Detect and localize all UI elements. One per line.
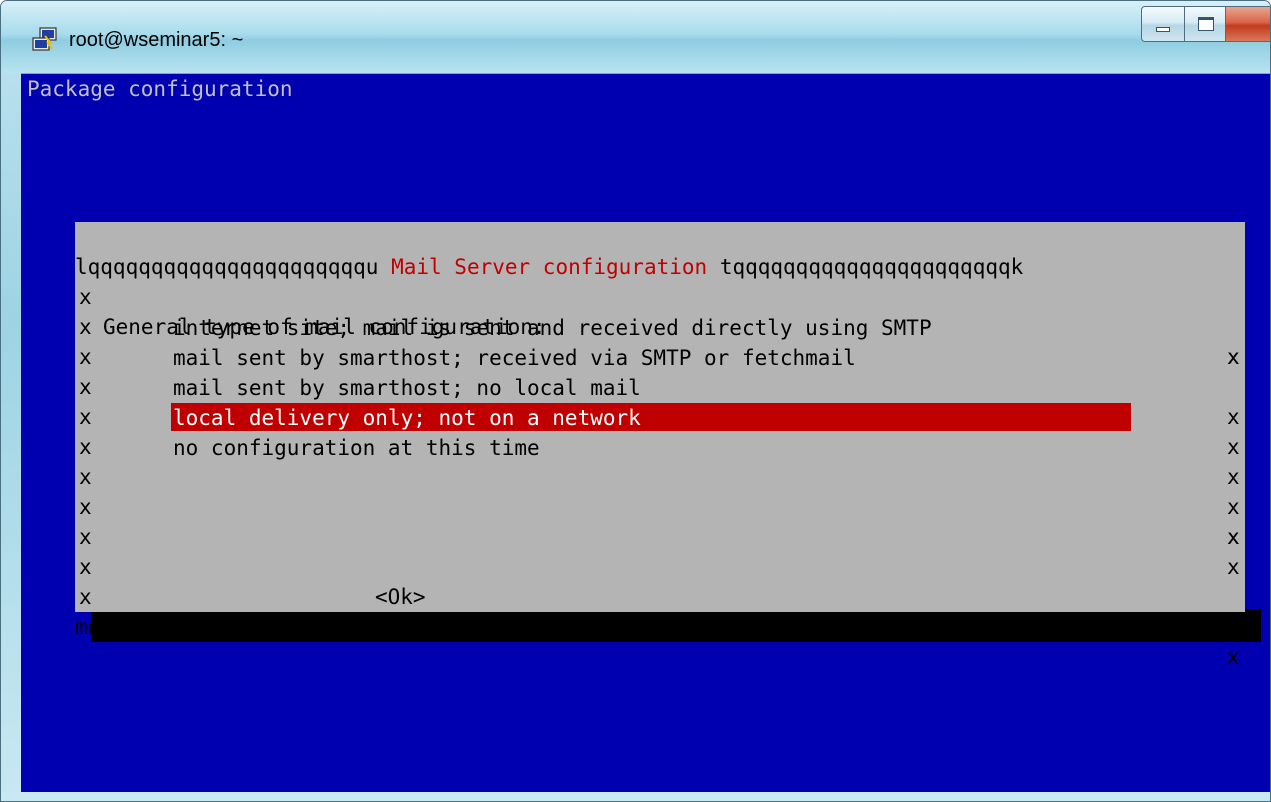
maximize-icon xyxy=(1198,17,1214,31)
option-label: mail sent by smarthost; no local mail xyxy=(173,376,641,400)
dialog-top-border: lqqqqqqqqqqqqqqqqqqqqqqu Mail Server con… xyxy=(75,222,1245,279)
maximize-button[interactable] xyxy=(1184,6,1226,42)
option-label: mail sent by smarthost; received via SMT… xyxy=(173,346,856,370)
mail-config-dialog: lqqqqqqqqqqqqqqqqqqqqqqu Mail Server con… xyxy=(75,222,1245,669)
dialog-row: x internet site; mail is sent and receiv… xyxy=(75,312,1245,429)
dialog-row: x x xyxy=(75,552,1245,639)
option-label: internet site; mail is sent and received… xyxy=(173,316,932,340)
title-bar[interactable]: root@wseminar5: ~ xyxy=(1,1,1270,73)
dialog-bottom-border: mqqqqqqqqqqqqqqqqqqqqqqqqqqqqqqqqqqqqqqq… xyxy=(75,582,1245,639)
terminal-screen[interactable]: Package configuration lqqqqqqqqqqqqqqqqq… xyxy=(21,73,1270,792)
dialog-row: x x xyxy=(75,462,1245,549)
menu-option-smarthost-no-local[interactable]: mail sent by smarthost; no local mail xyxy=(171,373,1131,401)
dialog-row: x local delivery only; not on a network … xyxy=(75,402,1245,519)
minimize-icon xyxy=(1156,27,1170,32)
terminal-window: root@wseminar5: ~ Package configuration … xyxy=(0,0,1271,802)
menu-option-local-only[interactable]: local delivery only; not on a network xyxy=(171,403,1131,431)
dialog-row: x x xyxy=(75,282,1245,369)
option-label: local delivery only; not on a network xyxy=(173,406,641,430)
dialog-row: x General type of mail configuration: x xyxy=(75,252,1245,369)
menu-option-internet-site[interactable]: internet site; mail is sent and received… xyxy=(171,313,1131,341)
border-bottom: mqqqqqqqqqqqqqqqqqqqqqqqqqqqqqqqqqqqqqqq… xyxy=(75,615,923,639)
minimize-button[interactable] xyxy=(1141,6,1185,42)
dialog-row: x mail sent by smarthost; received via S… xyxy=(75,342,1245,459)
option-label: no configuration at this time xyxy=(173,436,540,460)
page-title: Package configuration xyxy=(27,77,293,101)
menu-option-smarthost-smtp[interactable]: mail sent by smarthost; received via SMT… xyxy=(171,343,1131,371)
window-title: root@wseminar5: ~ xyxy=(69,29,244,51)
dialog-row: x x xyxy=(75,492,1245,579)
menu-option-no-config[interactable]: no configuration at this time xyxy=(171,433,1131,461)
border-right: x xyxy=(1227,645,1240,669)
dialog-row: x mail sent by smarthost; no local mail … xyxy=(75,372,1245,489)
close-button[interactable] xyxy=(1225,6,1270,42)
dialog-row: x <Ok> <Cancel> x xyxy=(75,522,1245,669)
putty-icon xyxy=(32,27,57,51)
dialog-row: x no configuration at this time x xyxy=(75,432,1245,549)
